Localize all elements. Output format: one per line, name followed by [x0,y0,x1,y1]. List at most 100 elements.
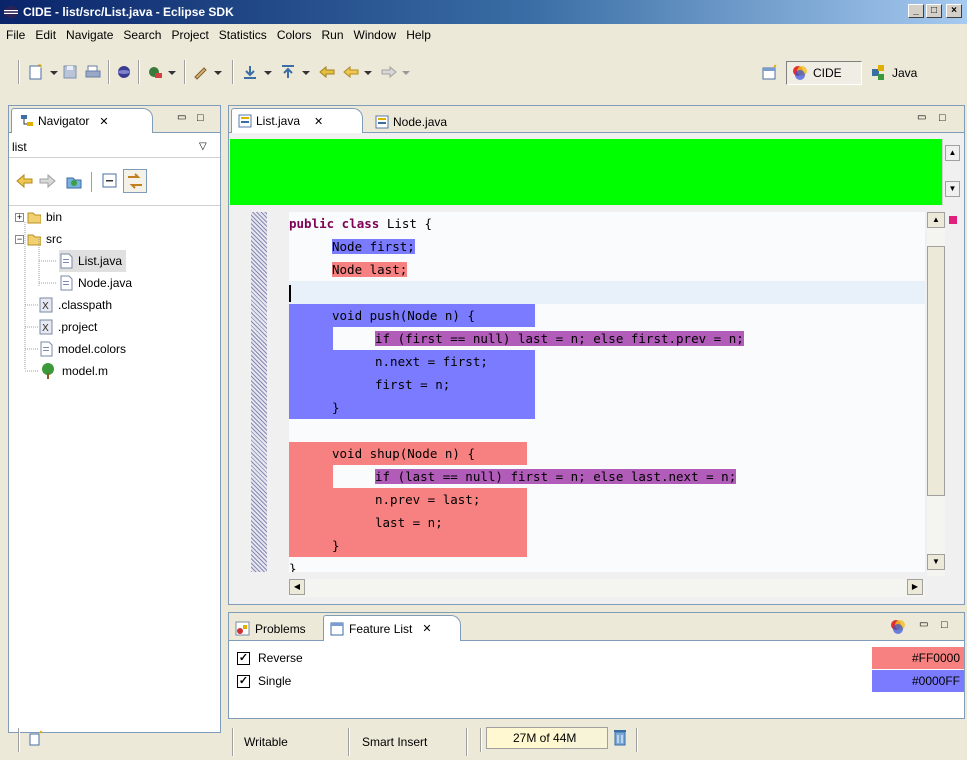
code-line-8: first = n; [375,373,450,396]
minimize-view-icon[interactable]: ▭ [919,619,928,630]
menu-colors[interactable]: Colors [273,28,318,42]
tab-feature-list-label: Feature List [349,621,413,636]
close-tab-icon[interactable]: ✕ [422,622,431,635]
feature-checkbox[interactable]: ✓ [237,674,250,688]
perspective-cide[interactable]: CIDE [786,61,862,85]
editor-horizontal-scrollbar[interactable]: ◀ ▶ [289,579,925,597]
edit-tool-button[interactable] [192,61,226,83]
back-button[interactable] [342,61,376,83]
code-line-3: Node last; [332,258,408,281]
open-perspective-button[interactable] [761,64,779,82]
menu-window[interactable]: Window [350,28,403,42]
nav-up-icon[interactable] [65,172,83,190]
fast-view-icon[interactable] [28,730,44,746]
maximize-view-icon[interactable]: □ [197,112,204,124]
close-tab-icon[interactable]: ✕ [99,115,108,128]
forward-button[interactable] [380,61,414,83]
status-bar [0,722,967,760]
maximize-view-icon[interactable]: □ [939,112,946,124]
minimize-view-icon[interactable]: ▭ [177,112,186,123]
new-wizard-button[interactable] [28,61,62,83]
save-icon [63,65,77,79]
tab-problems[interactable]: Problems [231,617,323,641]
last-edit-icon [319,65,335,79]
banner-scrollbar[interactable]: ▲ ▼ [942,139,962,205]
tab-navigator-label: Navigator [38,114,90,128]
code-text: last = n; [375,515,443,530]
nav-forward-icon[interactable] [39,172,57,190]
feature-block-blue [289,304,333,419]
tab-node-java[interactable]: Node.java [369,110,499,133]
feature-list-icon [330,622,344,635]
tab-list-java[interactable]: List.java ✕ [231,108,363,133]
code-text: Node first; [332,239,415,254]
editor-view: List.java ✕ Node.java ▭ □ ▲ ▼ public cla… [228,105,965,605]
editor-vertical-scrollbar[interactable]: ▲ ▼ [927,212,945,576]
feature-checkbox[interactable]: ✓ [237,651,250,665]
overview-marker[interactable] [949,216,957,224]
perspective-java[interactable]: Java [868,61,928,85]
menu-search[interactable]: Search [119,28,167,42]
next-annotation-button[interactable] [242,61,276,83]
close-tab-icon[interactable]: ✕ [314,115,323,128]
code-text: n.prev = last; [375,492,481,507]
menu-statistics[interactable]: Statistics [215,28,273,42]
menu-file[interactable]: File [2,28,31,42]
link-with-editor-button[interactable] [123,169,147,193]
tree-item-node-java[interactable]: Node.java [59,272,132,294]
feature-row[interactable]: ✓ Reverse #FF0000 [229,647,964,669]
run-button[interactable] [146,61,180,83]
maximize-button[interactable]: □ [926,4,942,18]
tab-navigator[interactable]: Navigator ✕ [11,108,153,133]
print-icon [85,65,101,78]
save-button[interactable] [62,61,78,83]
menu-project[interactable]: Project [167,28,214,42]
close-button[interactable]: × [946,4,962,18]
view-menu-icon[interactable]: ▽ [199,136,207,158]
menu-edit[interactable]: Edit [31,28,62,42]
title-bar: CIDE - list/src/List.java - Eclipse SDK … [0,0,967,24]
last-edit-button[interactable] [318,61,336,83]
new-file-icon [29,64,58,80]
minimize-button[interactable]: _ [908,4,924,18]
nav-back-icon[interactable] [15,172,33,190]
perspective-cide-label: CIDE [813,66,842,80]
java-file-icon [238,114,252,128]
code-text: } [332,400,340,415]
tab-feature-list[interactable]: Feature List ✕ [323,615,461,641]
prev-annotation-icon [282,65,310,78]
perspective-java-label: Java [892,66,918,80]
tree-connector-lines [24,222,57,372]
prev-annotation-button[interactable] [280,61,314,83]
code-editor[interactable]: public class List { Node first; Node las… [289,212,925,572]
current-line-highlight [289,281,925,304]
code-text: List { [379,216,432,231]
maximize-view-icon[interactable]: □ [941,619,948,631]
heap-status[interactable]: 27M of 44M [486,727,608,749]
code-text: first = n; [375,377,451,392]
text-cursor [289,285,291,302]
scroll-thumb[interactable] [927,246,945,496]
tree-item-list-java[interactable]: List.java [59,250,127,272]
menu-navigate[interactable]: Navigate [62,28,119,42]
feature-color-swatch[interactable]: #FF0000 [872,647,964,669]
code-line-9: } [332,396,340,419]
code-text: void push(Node n) { [332,308,475,323]
java-perspective-icon [872,65,884,80]
code-line-6: if (first == null) last = n; else first.… [375,327,744,350]
navigator-toolbar [9,160,220,206]
feature-row[interactable]: ✓ Single #0000FF [229,670,964,692]
feature-color-swatch[interactable]: #0000FF [872,670,964,692]
cide-icon [793,66,807,80]
garbage-collect-icon[interactable] [612,728,628,748]
menu-help[interactable]: Help [402,28,437,42]
cide-colors-icon[interactable] [889,618,907,636]
minimize-view-icon[interactable]: ▭ [917,112,926,123]
menu-run[interactable]: Run [318,28,350,42]
java-file-icon [375,115,389,128]
tab-list-java-label: List.java [256,114,301,128]
feature-block-red [289,442,333,557]
cide-globe-button[interactable] [116,61,132,83]
collapse-all-icon[interactable] [101,172,119,190]
print-button[interactable] [84,61,102,83]
